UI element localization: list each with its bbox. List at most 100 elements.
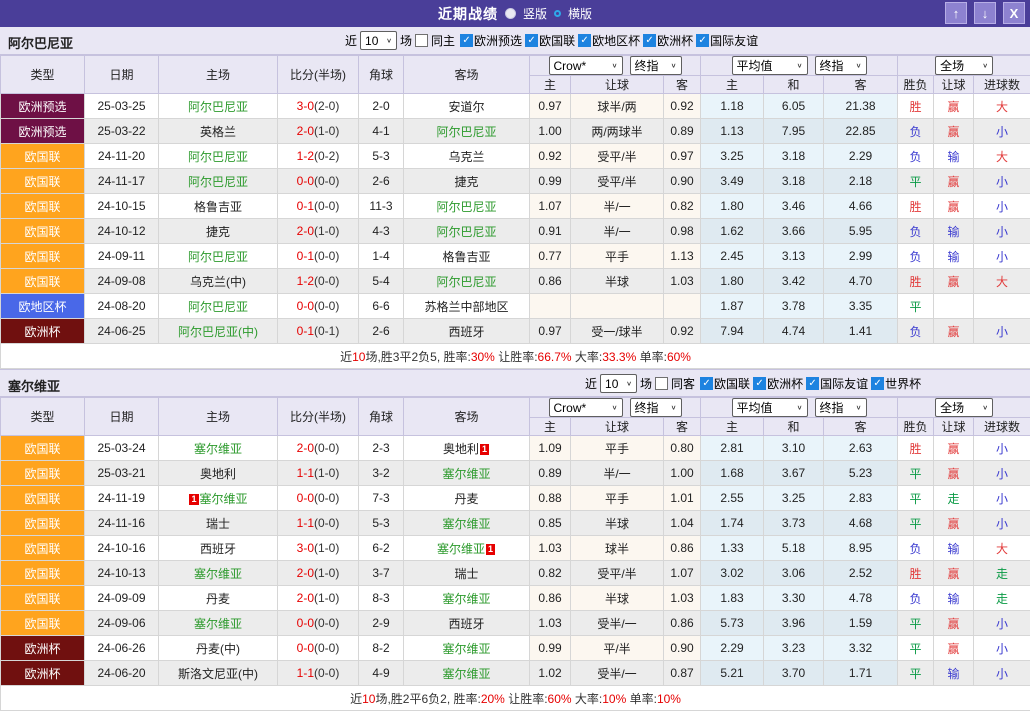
league-checkbox-label: 欧洲杯: [657, 32, 693, 49]
chevron-down-icon: ∨: [612, 404, 618, 411]
result-cell: 赢: [934, 511, 974, 536]
odds-source-select[interactable]: Crow*∨: [549, 56, 623, 75]
away-team-cell: 格鲁吉亚: [404, 244, 530, 269]
close-button[interactable]: X: [1003, 2, 1025, 24]
fulltime-score: 1-2: [297, 149, 314, 163]
score-cell: 0-0(0-0): [278, 636, 359, 661]
odds-cell: 半/一: [571, 194, 664, 219]
odds-cell: [571, 294, 664, 319]
avg-odds-cell: 1.74: [701, 511, 764, 536]
horizontal-layout-radio[interactable]: [554, 10, 561, 17]
match-date: 24-09-09: [85, 586, 159, 611]
league-checkbox-label: 国际友谊: [820, 375, 868, 392]
avg-odds-cell: 1.59: [824, 611, 898, 636]
result-cell: 胜: [898, 194, 934, 219]
halftime-score: (0-0): [314, 299, 339, 313]
avg-odds-cell: 1.80: [701, 269, 764, 294]
final-odds-select[interactable]: 终指∨: [630, 56, 682, 75]
league-checkbox[interactable]: ✓: [700, 377, 713, 390]
halftime-score: (0-0): [314, 641, 339, 655]
page-title: 近期战绩: [438, 4, 498, 24]
match-row: 欧国联24-11-20阿尔巴尼亚1-2(0-2)5-3乌克兰0.92受平/半0.…: [1, 144, 1030, 169]
result-cell: 赢: [934, 119, 974, 144]
avg-odds-cell: 1.18: [701, 94, 764, 119]
fulltime-score: 2-0: [297, 224, 314, 238]
score-cell: 0-0(0-0): [278, 486, 359, 511]
odds-cell: 0.97: [664, 144, 701, 169]
chevron-down-icon: ∨: [856, 62, 862, 69]
league-type-cell: 欧国联: [1, 561, 85, 586]
chevron-down-icon: ∨: [982, 404, 988, 411]
league-checkbox[interactable]: ✓: [578, 34, 591, 47]
avg-odds-cell: 5.23: [824, 461, 898, 486]
match-row: 欧国联24-10-12捷克2-0(1-0)4-3阿尔巴尼亚0.91半/一0.98…: [1, 219, 1030, 244]
games-label: 场: [640, 375, 652, 392]
league-type-cell: 欧国联: [1, 436, 85, 461]
avg-value-select[interactable]: 平均值∨: [732, 56, 808, 75]
avg-odds-cell: 5.95: [824, 219, 898, 244]
team-name: 塞尔维亚: [194, 567, 242, 581]
avg-odds-cell: 1.80: [701, 194, 764, 219]
home-team-cell: 塞尔维亚: [159, 611, 278, 636]
match-row: 欧国联24-09-11阿尔巴尼亚0-1(0-0)1-4格鲁吉亚0.77平手1.1…: [1, 244, 1030, 269]
league-checkbox[interactable]: ✓: [460, 34, 473, 47]
league-checkbox[interactable]: ✓: [806, 377, 819, 390]
avg-odds-cell: 3.23: [764, 636, 824, 661]
match-count-select[interactable]: 10∨: [600, 374, 637, 393]
period-header: 全场∨: [898, 56, 1030, 76]
final-odds-select-2[interactable]: 终指∨: [815, 56, 867, 75]
move-up-button[interactable]: ↑: [945, 2, 967, 24]
odds-cell: 0.91: [530, 219, 571, 244]
match-count-select[interactable]: 10∨: [360, 31, 397, 50]
odds-cell: 0.99: [530, 169, 571, 194]
same-venue-checkbox[interactable]: [415, 34, 428, 47]
avg-odds-cell: 1.13: [701, 119, 764, 144]
avg-odds-cell: 3.32: [824, 636, 898, 661]
avg-odds-cell: 3.70: [764, 661, 824, 686]
result-cell: 走: [934, 486, 974, 511]
halftime-score: (0-0): [314, 666, 339, 680]
avg-odds-cell: 3.25: [764, 486, 824, 511]
result-cell: [974, 294, 1030, 319]
league-checkbox[interactable]: ✓: [643, 34, 656, 47]
home-team-cell: 阿尔巴尼亚: [159, 169, 278, 194]
full-match-select[interactable]: 全场∨: [935, 56, 993, 75]
same-venue-checkbox[interactable]: [655, 377, 668, 390]
team-name: 塞尔维亚: [200, 492, 248, 506]
avg-odds-header: 平均值∨ 终指∨: [701, 398, 898, 418]
team-name: 乌克兰: [448, 150, 484, 164]
sub-header-avg-draw: 和: [764, 76, 824, 94]
move-down-button[interactable]: ↓: [974, 2, 996, 24]
avg-odds-cell: 2.52: [824, 561, 898, 586]
same-venue-label: 同客: [671, 375, 695, 392]
col-header-corner: 角球: [359, 56, 404, 94]
score-cell: 0-0(0-0): [278, 169, 359, 194]
league-checkbox[interactable]: ✓: [696, 34, 709, 47]
odds-cell: 1.00: [664, 461, 701, 486]
final-odds-select[interactable]: 终指∨: [630, 398, 682, 417]
away-team-cell: 阿尔巴尼亚: [404, 219, 530, 244]
fulltime-score: 0-1: [297, 324, 314, 338]
league-checkbox[interactable]: ✓: [871, 377, 884, 390]
match-date: 24-09-11: [85, 244, 159, 269]
vertical-layout-radio[interactable]: [505, 8, 516, 19]
red-card-badge: 1: [486, 544, 495, 555]
avg-value-select[interactable]: 平均值∨: [732, 398, 808, 417]
corners-cell: 1-4: [359, 244, 404, 269]
halftime-score: (1-0): [314, 466, 339, 480]
result-cell: 小: [974, 636, 1030, 661]
league-checkbox[interactable]: ✓: [525, 34, 538, 47]
matches-table-albania: 类型 日期 主场 比分(半场) 角球 客场 Crow*∨ 终指∨ 平均值∨ 终指…: [0, 55, 1030, 369]
full-match-select[interactable]: 全场∨: [935, 398, 993, 417]
result-cell: 赢: [934, 436, 974, 461]
fulltime-score: 0-0: [297, 641, 314, 655]
odds-source-select[interactable]: Crow*∨: [549, 398, 623, 417]
summary-part: 60%: [548, 692, 572, 706]
final-odds-select-2[interactable]: 终指∨: [815, 398, 867, 417]
halftime-score: (1-0): [314, 224, 339, 238]
league-checkbox[interactable]: ✓: [753, 377, 766, 390]
odds-cell: 平手: [571, 244, 664, 269]
avg-odds-cell: 3.18: [764, 144, 824, 169]
col-header-score: 比分(半场): [278, 398, 359, 436]
odds-cell: 受平/半: [571, 144, 664, 169]
